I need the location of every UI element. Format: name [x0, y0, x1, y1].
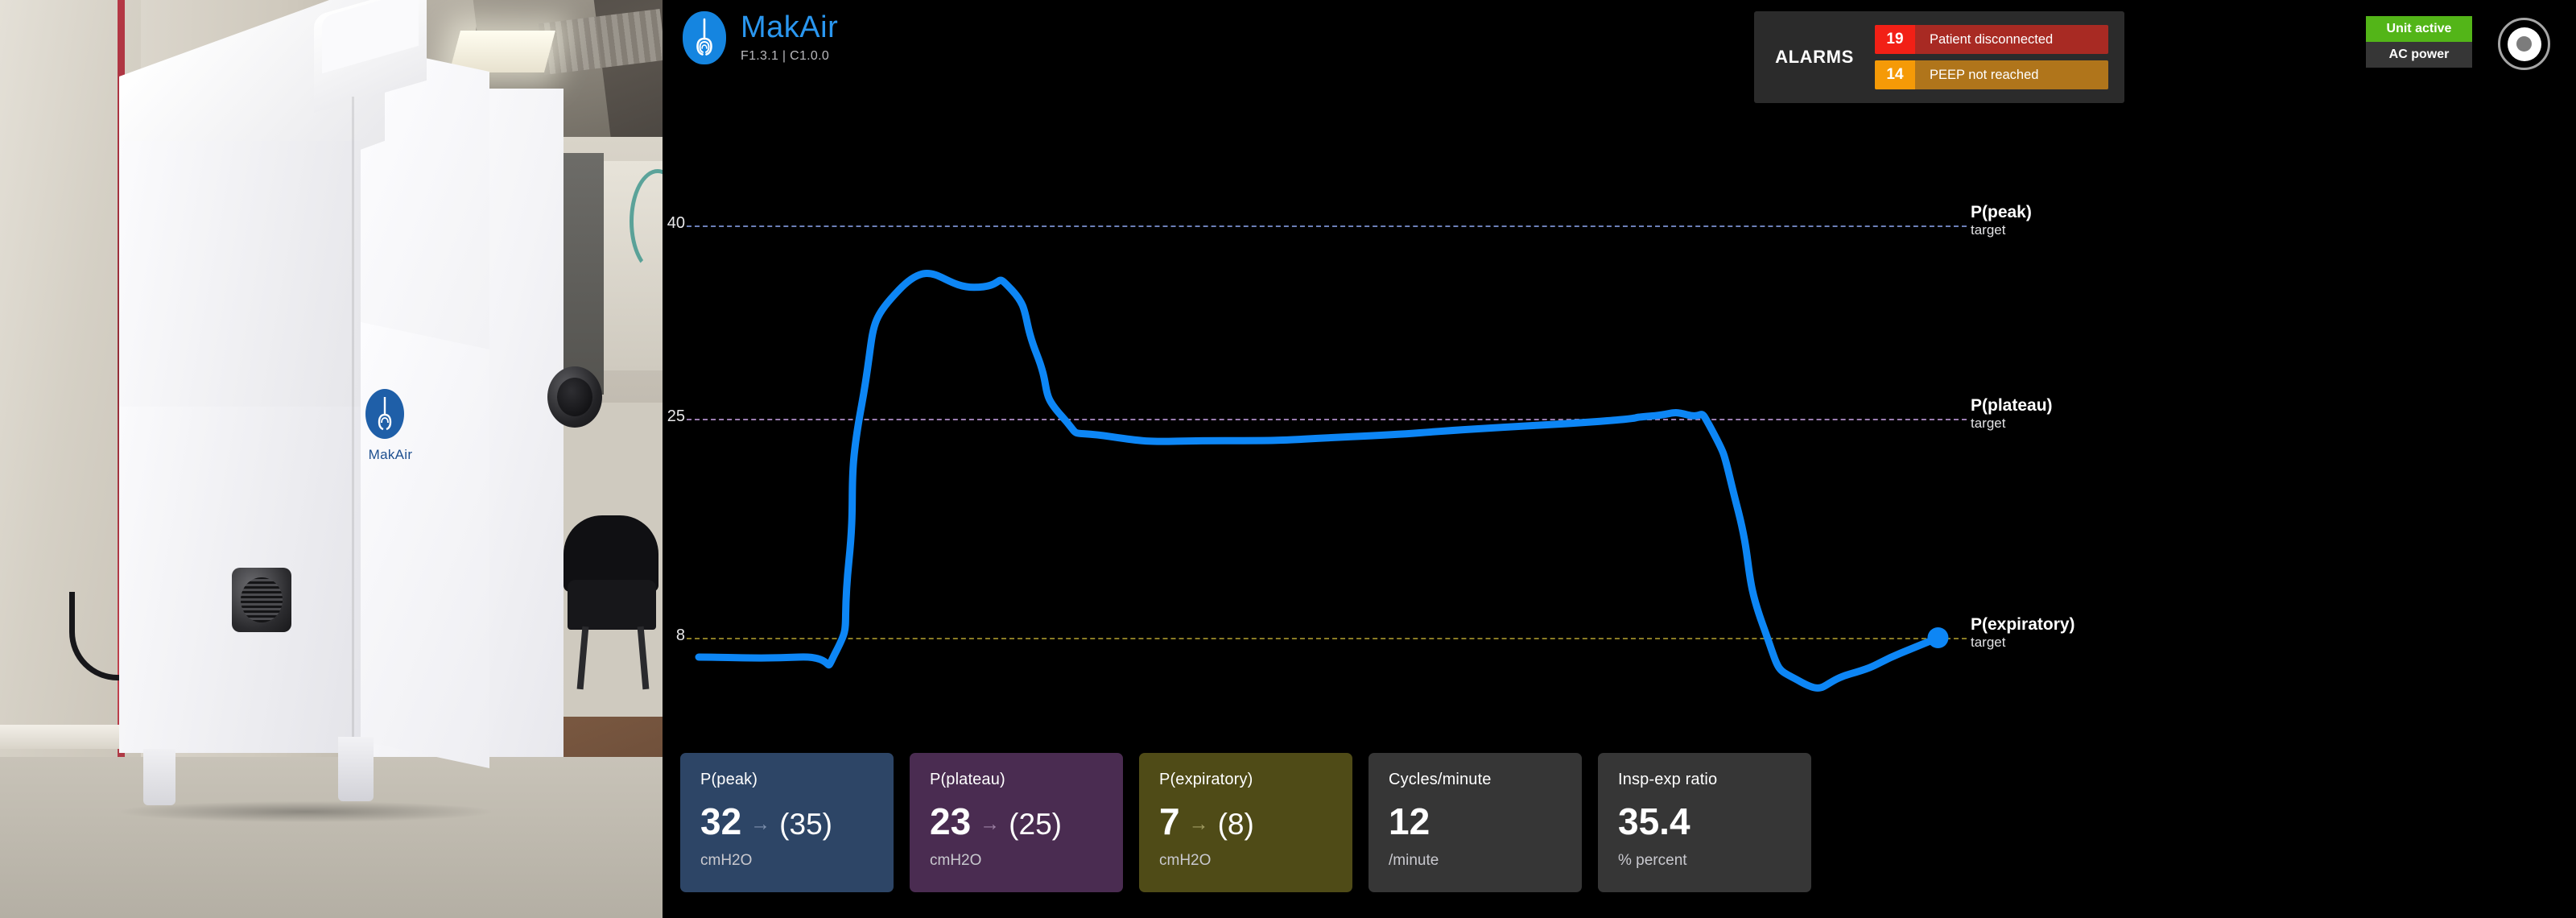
ventilator-monitor-ui: MakAir F1.3.1 | C1.0.0 ALARMS 19 Patient…: [663, 0, 2576, 918]
alarm-message: PEEP not reached: [1930, 67, 2039, 82]
alarm-code: 14: [1875, 60, 1915, 89]
metric-title: P(expiratory): [1159, 771, 1253, 788]
unit-active-status: Unit active: [2366, 16, 2472, 42]
alarms-panel: ALARMS 19 Patient disconnected 14 PEEP n…: [1754, 11, 2124, 103]
brand-block: MakAir F1.3.1 | C1.0.0: [683, 11, 838, 64]
power-button-core: [2516, 36, 2532, 52]
monitor-header: MakAir F1.3.1 | C1.0.0 ALARMS 19 Patient…: [663, 0, 2576, 129]
metric-target: (25): [1009, 808, 1062, 841]
metric-target: (8): [1217, 808, 1254, 841]
power-source-status: AC power: [2366, 42, 2472, 68]
metric-title: Insp-exp ratio: [1618, 771, 1718, 788]
device-air-port: [547, 366, 602, 428]
metric-target: (35): [779, 808, 832, 841]
office-chair-leg: [576, 626, 589, 690]
waveform-line: [695, 270, 1942, 692]
metric-value: 23: [930, 800, 972, 842]
alarms-list: 19 Patient disconnected 14 PEEP not reac…: [1875, 25, 2108, 89]
status-indicators: Unit active AC power: [2366, 16, 2472, 68]
device-body-logo-icon: [365, 389, 404, 439]
alarms-label: ALARMS: [1775, 47, 1854, 67]
device-speaker-grille: [232, 568, 291, 632]
alarm-item[interactable]: 19 Patient disconnected: [1875, 25, 2108, 54]
waveform-current-point: [1927, 627, 1949, 648]
device-foot: [143, 749, 175, 805]
pressure-waveform-chart: 40 25 8 P(peak) target P(plateau) target…: [663, 129, 2576, 741]
floor: [0, 757, 663, 918]
metric-title: P(plateau): [930, 771, 1005, 788]
arrow-right-icon: →: [1188, 813, 1209, 835]
metric-value: 35.4: [1618, 800, 1690, 842]
device-foot: [338, 737, 374, 801]
brand-name: MakAir: [741, 10, 839, 44]
metric-value: 12: [1389, 800, 1430, 842]
device-body-wordmark: MakAir: [368, 447, 413, 462]
metric-unit: % percent: [1618, 852, 1687, 869]
power-button-icon[interactable]: [2498, 18, 2550, 70]
metric-card-peak[interactable]: P(peak) 32 → (35) cmH2O: [680, 753, 894, 892]
arrow-right-icon: →: [750, 813, 771, 835]
device-air-port-hole: [557, 378, 592, 416]
metric-title: Cycles/minute: [1389, 771, 1492, 788]
alarm-message: Patient disconnected: [1930, 31, 2054, 47]
metric-unit: cmH2O: [700, 852, 753, 869]
metric-card-ratio[interactable]: Insp-exp ratio 35.4 % percent: [1598, 753, 1811, 892]
metric-title: P(peak): [700, 771, 758, 788]
ventilator-photo: MakAir ON OFF SWITCH OFF ALARM AUGM: [0, 0, 663, 918]
metric-unit: /minute: [1389, 852, 1439, 869]
device-shadow: [121, 801, 491, 822]
metric-value: 7: [1159, 800, 1180, 842]
waveform-svg: [695, 270, 1949, 692]
alarm-item[interactable]: 14 PEEP not reached: [1875, 60, 2108, 89]
arrow-right-icon: →: [980, 813, 1001, 835]
power-button-disc: [2507, 27, 2541, 61]
metric-card-cycles[interactable]: Cycles/minute 12 /minute: [1368, 753, 1582, 892]
metric-value: 32: [700, 800, 742, 842]
metric-unit: cmH2O: [930, 852, 982, 869]
metric-cards: P(peak) 32 → (35) cmH2O P(plateau) 23 → …: [680, 753, 1811, 892]
brand-version: F1.3.1 | C1.0.0: [741, 49, 830, 63]
metric-unit: cmH2O: [1159, 852, 1212, 869]
office-chair-seat: [568, 580, 656, 630]
alarm-code: 19: [1875, 25, 1915, 54]
metric-card-plateau[interactable]: P(plateau) 23 → (25) cmH2O: [910, 753, 1123, 892]
metric-card-expiratory[interactable]: P(expiratory) 7 → (8) cmH2O: [1139, 753, 1352, 892]
makair-logo-icon: [683, 11, 726, 64]
device-left-face: [119, 141, 361, 415]
device-corner-edge: [352, 97, 354, 757]
